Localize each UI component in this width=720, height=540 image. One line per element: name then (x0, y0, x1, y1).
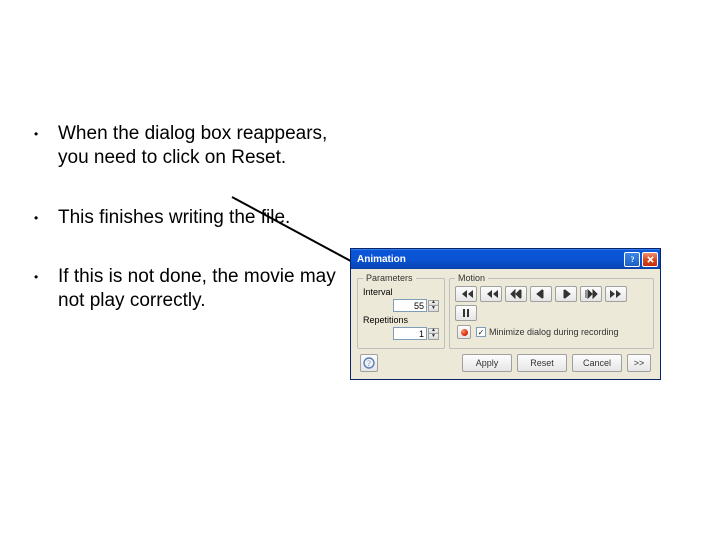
interval-input[interactable] (393, 299, 427, 312)
apply-button[interactable]: Apply (462, 354, 512, 372)
parameters-legend: Parameters (363, 273, 416, 283)
minimize-checkbox[interactable]: ✓ Minimize dialog during recording (476, 327, 619, 337)
svg-text:?: ? (367, 359, 371, 368)
motion-legend: Motion (455, 273, 488, 283)
titlebar-close-button[interactable] (642, 252, 658, 267)
repetitions-input[interactable] (393, 327, 427, 340)
repetitions-label: Repetitions (363, 315, 439, 325)
bullet-item: • If this is not done, the movie may not… (30, 265, 350, 313)
motion-next-button[interactable] (555, 286, 577, 302)
bullet-item: • When the dialog box reappears, you nee… (30, 122, 350, 170)
motion-group: Motion ✓ (449, 273, 654, 349)
record-icon (461, 329, 468, 336)
motion-step-forward-button[interactable] (605, 286, 627, 302)
svg-text:?: ? (630, 255, 634, 264)
interval-spin-down[interactable]: ▼ (428, 306, 439, 312)
interval-label: Interval (363, 287, 439, 297)
repetitions-spinner[interactable]: ▲ ▼ (363, 327, 439, 340)
bullet-list: • When the dialog box reappears, you nee… (30, 122, 350, 349)
motion-prev-button[interactable] (530, 286, 552, 302)
dialog-help-button[interactable]: ? (360, 354, 378, 372)
cancel-button[interactable]: Cancel (572, 354, 622, 372)
titlebar-help-button[interactable]: ? (624, 252, 640, 267)
bullet-marker: • (30, 265, 58, 285)
bullet-text: When the dialog box reappears, you need … (58, 122, 350, 170)
motion-prev-big-button[interactable] (505, 286, 527, 302)
motion-step-back-button[interactable] (480, 286, 502, 302)
animation-dialog: Animation ? Parameters Interval ▲ ▼ (350, 248, 661, 380)
reset-button[interactable]: Reset (517, 354, 567, 372)
motion-pause-button[interactable] (455, 305, 477, 321)
bullet-text: This finishes writing the file. (58, 206, 350, 230)
dialog-title: Animation (357, 254, 622, 265)
motion-rewind-start-button[interactable] (455, 286, 477, 302)
bullet-text: If this is not done, the movie may not p… (58, 265, 350, 313)
parameters-group: Parameters Interval ▲ ▼ Repetitions ▲ (357, 273, 445, 349)
bullet-marker: • (30, 122, 58, 142)
interval-spinner[interactable]: ▲ ▼ (363, 299, 439, 312)
dialog-titlebar[interactable]: Animation ? (351, 249, 660, 269)
expand-button[interactable]: >> (627, 354, 651, 372)
bullet-item: • This finishes writing the file. (30, 206, 350, 230)
bullet-marker: • (30, 206, 58, 226)
repetitions-spin-down[interactable]: ▼ (428, 334, 439, 340)
checkbox-icon: ✓ (476, 327, 486, 337)
record-button[interactable] (457, 325, 471, 339)
minimize-checkbox-label: Minimize dialog during recording (489, 327, 619, 337)
motion-next-big-button[interactable] (580, 286, 602, 302)
